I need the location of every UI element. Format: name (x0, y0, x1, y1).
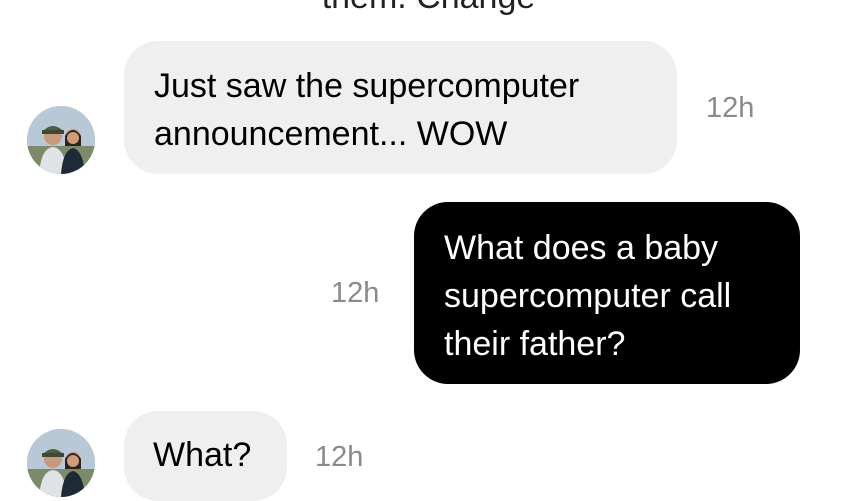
message-timestamp: 12h (315, 441, 364, 473)
message-row-incoming: What? 12h (0, 400, 857, 501)
message-text-line: Just saw the supercomputer (154, 67, 580, 105)
message-row-outgoing: 12h What does a baby supercomputer call … (0, 190, 857, 390)
message-text-line: What does a baby (444, 229, 719, 267)
message-text-line: announcement... WOW (154, 115, 508, 153)
message-timestamp: 12h (331, 277, 380, 309)
message-text-line: What? (153, 436, 252, 474)
message-bubble-incoming[interactable]: Just saw the supercomputer announcement.… (124, 41, 677, 174)
contact-avatar[interactable] (27, 106, 95, 174)
message-timestamp: 12h (706, 92, 755, 124)
message-row-incoming: Just saw the supercomputer announcement.… (0, 0, 857, 180)
message-bubble-incoming[interactable]: What? (124, 411, 287, 501)
avatar-photo-icon (27, 429, 95, 497)
contact-avatar[interactable] (27, 429, 95, 497)
message-bubble-outgoing[interactable]: What does a baby supercomputer call thei… (414, 202, 800, 384)
message-text-line: their father? (444, 325, 626, 363)
message-text-line: supercomputer call (444, 277, 732, 315)
avatar-photo-icon (27, 106, 95, 174)
